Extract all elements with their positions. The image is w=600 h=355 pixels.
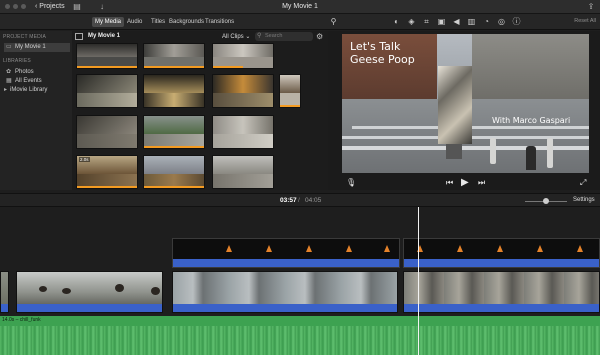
timeline-header: 03:57 / 04:05 Settings bbox=[0, 193, 600, 207]
building-right bbox=[472, 34, 589, 99]
disclosure-triangle-icon[interactable]: ▸ bbox=[4, 86, 7, 95]
clip-filter-icon[interactable]: ◎ bbox=[497, 17, 506, 26]
browser-title: My Movie 1 bbox=[88, 33, 121, 39]
title-clip[interactable] bbox=[403, 238, 600, 268]
title-clip[interactable] bbox=[172, 238, 400, 268]
sidebar-item-photos[interactable]: ✿ Photos bbox=[4, 68, 70, 77]
media-clip-thumbnail[interactable] bbox=[279, 74, 301, 108]
media-clip-thumbnail[interactable] bbox=[212, 74, 274, 108]
speed-icon[interactable]: ◔ bbox=[482, 17, 491, 26]
window-title: My Movie 1 bbox=[282, 3, 318, 10]
share-icon[interactable]: ⇪ bbox=[586, 2, 596, 11]
sidebar-item-label: iMovie Library bbox=[10, 87, 48, 93]
microphone-icon[interactable]: 🎙︎ bbox=[346, 178, 356, 187]
viewer: Let's Talk Geese Poop With Marco Gaspari… bbox=[328, 31, 600, 190]
media-browser: My Movie 1 All Clips ⌄ ⚲ Search ⚙ 2.0s bbox=[72, 31, 328, 190]
sidebar-item-all-events[interactable]: ▦ All Events bbox=[4, 77, 70, 86]
media-clip-thumbnail[interactable] bbox=[143, 43, 205, 69]
video-clip[interactable] bbox=[16, 271, 163, 313]
media-clip-thumbnail[interactable]: 2.0s bbox=[76, 155, 138, 189]
media-clip-thumbnail[interactable] bbox=[76, 43, 138, 69]
all-clips-dropdown[interactable]: All Clips ⌄ bbox=[222, 33, 250, 40]
magic-wand-icon[interactable]: ⚲ bbox=[329, 17, 338, 26]
sidebar: PROJECT MEDIA ▭ My Movie 1 LIBRARIES ✿ P… bbox=[0, 31, 72, 190]
video-clip[interactable] bbox=[403, 271, 600, 313]
media-clip-thumbnail[interactable] bbox=[212, 155, 274, 189]
tab-audio[interactable]: Audio bbox=[124, 17, 145, 27]
sidebar-item-label: My Movie 1 bbox=[15, 44, 46, 50]
sidebar-toggle-icon[interactable] bbox=[75, 33, 83, 40]
zoom-slider-knob[interactable] bbox=[543, 198, 549, 204]
search-icon: ⚲ bbox=[257, 33, 262, 39]
project-media-heading: PROJECT MEDIA bbox=[3, 34, 47, 40]
search-placeholder: Search bbox=[265, 33, 283, 39]
crop-icon[interactable]: ⌗ bbox=[422, 17, 431, 26]
browser-header: My Movie 1 All Clips ⌄ ⚲ Search ⚙ bbox=[72, 31, 328, 42]
noise-reduction-icon[interactable]: ▥ bbox=[467, 17, 476, 26]
title-line-2: Geese Poop bbox=[350, 53, 415, 66]
color-balance-icon[interactable]: ◐ bbox=[392, 17, 401, 26]
audio-track[interactable]: 14.0s – chill_funk bbox=[0, 316, 600, 355]
title-bar: ‹ Projects ▤ ↓ My Movie 1 ⇪ bbox=[0, 0, 600, 14]
video-preview[interactable]: Let's Talk Geese Poop With Marco Gaspari bbox=[342, 34, 589, 173]
media-clip-thumbnail[interactable] bbox=[143, 155, 205, 189]
media-clip-thumbnail[interactable] bbox=[76, 74, 138, 108]
sidebar-item-label: Photos bbox=[15, 69, 34, 75]
subtitle-text: With Marco Gaspari bbox=[492, 116, 571, 125]
poster-kiosk bbox=[438, 66, 472, 144]
video-clip[interactable] bbox=[0, 271, 9, 313]
sidebar-item-my-movie[interactable]: ▭ My Movie 1 bbox=[4, 43, 70, 52]
color-correction-icon[interactable]: ◈ bbox=[407, 17, 416, 26]
media-clip-thumbnail[interactable] bbox=[143, 115, 205, 149]
events-icon: ▦ bbox=[6, 78, 12, 84]
toolbar: My Media Audio Titles Backgrounds Transi… bbox=[0, 14, 600, 30]
volume-icon[interactable]: ◀ bbox=[452, 17, 461, 26]
tab-my-media[interactable]: My Media bbox=[92, 17, 125, 27]
sidebar-item-label: All Events bbox=[15, 78, 42, 84]
playhead[interactable] bbox=[418, 207, 419, 355]
title-line-1: Let's Talk bbox=[350, 40, 401, 53]
media-clip-thumbnail[interactable] bbox=[212, 115, 274, 149]
sidebar-item-imovie-library[interactable]: ▸ iMovie Library bbox=[4, 86, 70, 95]
timeline-settings-button[interactable]: Settings bbox=[573, 197, 595, 203]
all-clips-label: All Clips bbox=[222, 34, 244, 40]
stabilization-icon[interactable]: ▣ bbox=[437, 17, 446, 26]
reset-all-button[interactable]: Reset All bbox=[574, 18, 596, 24]
play-icon[interactable]: ▶ bbox=[461, 178, 469, 188]
fullscreen-icon[interactable]: ⤢ bbox=[580, 178, 586, 187]
total-timecode: 04:05 bbox=[305, 197, 322, 204]
media-clip-thumbnail[interactable] bbox=[143, 74, 205, 108]
skip-forward-icon[interactable]: ⏭ bbox=[478, 178, 485, 187]
tab-backgrounds[interactable]: Backgrounds bbox=[166, 17, 207, 27]
timeline: 14.0s – chill_funk bbox=[0, 208, 600, 355]
media-clip-thumbnail[interactable] bbox=[76, 115, 138, 149]
libraries-heading: LIBRARIES bbox=[3, 58, 31, 64]
photos-icon: ✿ bbox=[6, 69, 12, 75]
info-icon[interactable]: ⓘ bbox=[512, 17, 521, 26]
timecode-separator: / bbox=[298, 197, 300, 204]
skip-back-icon[interactable]: ⏮ bbox=[446, 178, 453, 187]
tab-transitions[interactable]: Transitions bbox=[202, 17, 237, 27]
search-input[interactable]: ⚲ Search bbox=[255, 32, 313, 41]
media-clip-thumbnail[interactable] bbox=[212, 43, 274, 69]
current-timecode: 03:57 bbox=[280, 197, 297, 204]
film-icon: ▭ bbox=[6, 44, 12, 50]
audio-clip-label: 14.0s – chill_funk bbox=[2, 317, 41, 323]
browser-settings-icon[interactable]: ⚙ bbox=[316, 32, 323, 41]
video-clip[interactable] bbox=[172, 271, 398, 313]
clip-duration-badge: 2.0s bbox=[79, 157, 90, 162]
